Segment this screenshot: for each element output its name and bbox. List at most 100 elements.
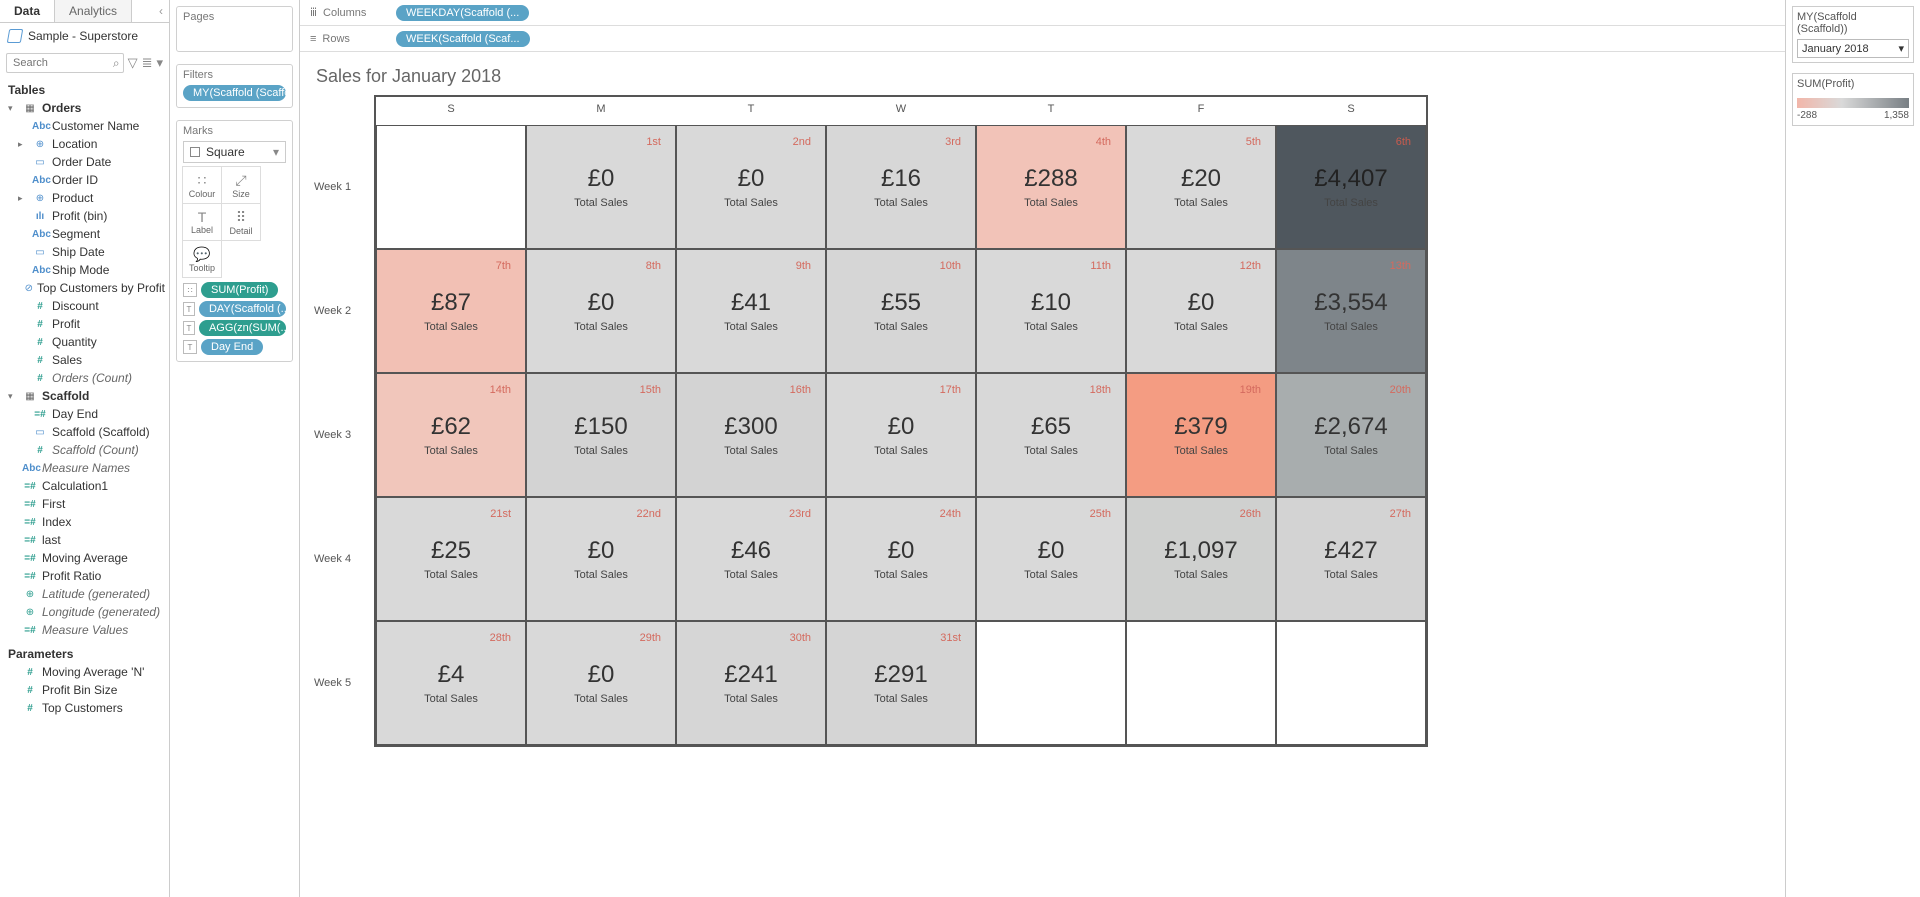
calendar-cell[interactable]: 14th£62Total Sales	[376, 373, 526, 497]
mark-label-button[interactable]: TLabel	[182, 203, 222, 241]
collapse-pane-icon[interactable]: ‹	[153, 0, 169, 22]
weekday-header[interactable]: T	[676, 97, 826, 125]
mark-pill[interactable]: AGG(zn(SUM(...	[199, 320, 286, 336]
mark-colour-button[interactable]: ∷Colour	[182, 166, 222, 204]
calendar-cell[interactable]: 10th£55Total Sales	[826, 249, 976, 373]
weekday-header[interactable]: S	[1276, 97, 1426, 125]
field-location[interactable]: ▸⊕Location	[4, 135, 165, 153]
calendar-cell[interactable]: 11th£10Total Sales	[976, 249, 1126, 373]
table-scaffold[interactable]: ▾▦Scaffold	[4, 387, 165, 405]
filters-shelf[interactable]: Filters MY(Scaffold (Scaffol..	[176, 64, 293, 108]
field-measure-values[interactable]: =#Measure Values	[4, 621, 165, 639]
menu-icon[interactable]: ▾	[156, 55, 163, 71]
quick-filter-dropdown[interactable]: January 2018 ▾	[1797, 39, 1909, 58]
field-day-end[interactable]: =#Day End	[4, 405, 165, 423]
field-moving-average[interactable]: =#Moving Average	[4, 549, 165, 567]
week-header[interactable]: Week 1	[310, 125, 374, 249]
field-profit[interactable]: #Profit	[4, 315, 165, 333]
calendar-cell[interactable]: 22nd£0Total Sales	[526, 497, 676, 621]
field-top-customers[interactable]: #Top Customers	[4, 699, 165, 717]
field-sales[interactable]: #Sales	[4, 351, 165, 369]
mark-slot-icon[interactable]: ∷	[183, 283, 197, 297]
mark-pill[interactable]: SUM(Profit)	[201, 282, 278, 298]
mark-pill[interactable]: DAY(Scaffold (...	[199, 301, 286, 317]
calendar-cell[interactable]	[1126, 621, 1276, 745]
calendar-cell[interactable]: 30th£241Total Sales	[676, 621, 826, 745]
weekday-header[interactable]: F	[1126, 97, 1276, 125]
calendar-cell[interactable]: 6th£4,407Total Sales	[1276, 125, 1426, 249]
field-index[interactable]: =#Index	[4, 513, 165, 531]
pages-shelf[interactable]: Pages	[176, 6, 293, 52]
field-scaffold-scaffold-[interactable]: ▭Scaffold (Scaffold)	[4, 423, 165, 441]
columns-shelf[interactable]: ⅲColumns WEEKDAY(Scaffold (...	[300, 0, 1785, 26]
calendar-cell[interactable]: 28th£4Total Sales	[376, 621, 526, 745]
mark-detail-button[interactable]: ⠿Detail	[221, 203, 261, 241]
field-order-date[interactable]: ▭Order Date	[4, 153, 165, 171]
field-longitude-generated-[interactable]: ⊕Longitude (generated)	[4, 603, 165, 621]
search-input[interactable]	[6, 53, 124, 73]
view-list-icon[interactable]: ≣	[142, 55, 153, 71]
calendar-cell[interactable]: 9th£41Total Sales	[676, 249, 826, 373]
rows-shelf[interactable]: ≡Rows WEEK(Scaffold (Scaf...	[300, 26, 1785, 52]
field-quantity[interactable]: #Quantity	[4, 333, 165, 351]
calendar-cell[interactable]: 15th£150Total Sales	[526, 373, 676, 497]
calendar-cell[interactable]	[976, 621, 1126, 745]
field-moving-average-n-[interactable]: #Moving Average 'N'	[4, 663, 165, 681]
mark-tooltip-button[interactable]: 💬Tooltip	[182, 240, 222, 278]
columns-pill[interactable]: WEEKDAY(Scaffold (...	[396, 5, 529, 21]
calendar-cell[interactable]	[376, 125, 526, 249]
field-profit-ratio[interactable]: =#Profit Ratio	[4, 567, 165, 585]
mark-type-dropdown[interactable]: Square	[183, 141, 286, 163]
week-header[interactable]: Week 3	[310, 373, 374, 497]
field-first[interactable]: =#First	[4, 495, 165, 513]
calendar-cell[interactable]: 31st£291Total Sales	[826, 621, 976, 745]
mark-slot-icon[interactable]: T	[183, 340, 197, 354]
filter-icon[interactable]: ▽	[128, 55, 138, 71]
weekday-header[interactable]: S	[376, 97, 526, 125]
field-calculation1[interactable]: =#Calculation1	[4, 477, 165, 495]
color-legend[interactable]: SUM(Profit) -288 1,358	[1792, 73, 1914, 126]
viz-title[interactable]: Sales for January 2018	[300, 52, 1785, 95]
field-ship-mode[interactable]: AbcShip Mode	[4, 261, 165, 279]
field-last[interactable]: =#last	[4, 531, 165, 549]
mark-slot-icon[interactable]: T	[183, 302, 195, 316]
week-header[interactable]: Week 2	[310, 249, 374, 373]
field-product[interactable]: ▸⊕Product	[4, 189, 165, 207]
calendar-cell[interactable]: 7th£87Total Sales	[376, 249, 526, 373]
field-ship-date[interactable]: ▭Ship Date	[4, 243, 165, 261]
tab-data[interactable]: Data	[0, 0, 55, 22]
weekday-header[interactable]: W	[826, 97, 976, 125]
field-profit-bin-[interactable]: ılıProfit (bin)	[4, 207, 165, 225]
calendar-cell[interactable]: 5th£20Total Sales	[1126, 125, 1276, 249]
calendar-cell[interactable]: 3rd£16Total Sales	[826, 125, 976, 249]
mark-slot-icon[interactable]: T	[183, 321, 195, 335]
calendar-cell[interactable]: 26th£1,097Total Sales	[1126, 497, 1276, 621]
field-discount[interactable]: #Discount	[4, 297, 165, 315]
calendar-cell[interactable]: 8th£0Total Sales	[526, 249, 676, 373]
calendar-cell[interactable]: 12th£0Total Sales	[1126, 249, 1276, 373]
field-top-customers-by-profit[interactable]: ⊘Top Customers by Profit	[4, 279, 165, 297]
field-segment[interactable]: AbcSegment	[4, 225, 165, 243]
field-orders-count-[interactable]: #Orders (Count)	[4, 369, 165, 387]
calendar-cell[interactable]: 29th£0Total Sales	[526, 621, 676, 745]
mark-pill[interactable]: Day End	[201, 339, 263, 355]
rows-pill[interactable]: WEEK(Scaffold (Scaf...	[396, 31, 530, 47]
week-header[interactable]: Week 4	[310, 497, 374, 621]
field-customer-name[interactable]: AbcCustomer Name	[4, 117, 165, 135]
calendar-cell[interactable]: 4th£288Total Sales	[976, 125, 1126, 249]
calendar-cell[interactable]: 25th£0Total Sales	[976, 497, 1126, 621]
field-scaffold-count-[interactable]: #Scaffold (Count)	[4, 441, 165, 459]
table-orders[interactable]: ▾▦Orders	[4, 99, 165, 117]
calendar-cell[interactable]: 27th£427Total Sales	[1276, 497, 1426, 621]
weekday-header[interactable]: T	[976, 97, 1126, 125]
field-profit-bin-size[interactable]: #Profit Bin Size	[4, 681, 165, 699]
calendar-cell[interactable]: 17th£0Total Sales	[826, 373, 976, 497]
calendar-cell[interactable]: 16th£300Total Sales	[676, 373, 826, 497]
calendar-cell[interactable]: 24th£0Total Sales	[826, 497, 976, 621]
calendar-cell[interactable]: 2nd£0Total Sales	[676, 125, 826, 249]
datasource-row[interactable]: Sample - Superstore	[0, 23, 169, 49]
calendar-cell[interactable]: 1st£0Total Sales	[526, 125, 676, 249]
calendar-cell[interactable]: 19th£379Total Sales	[1126, 373, 1276, 497]
tab-analytics[interactable]: Analytics	[55, 0, 132, 22]
calendar-cell[interactable]: 23rd£46Total Sales	[676, 497, 826, 621]
